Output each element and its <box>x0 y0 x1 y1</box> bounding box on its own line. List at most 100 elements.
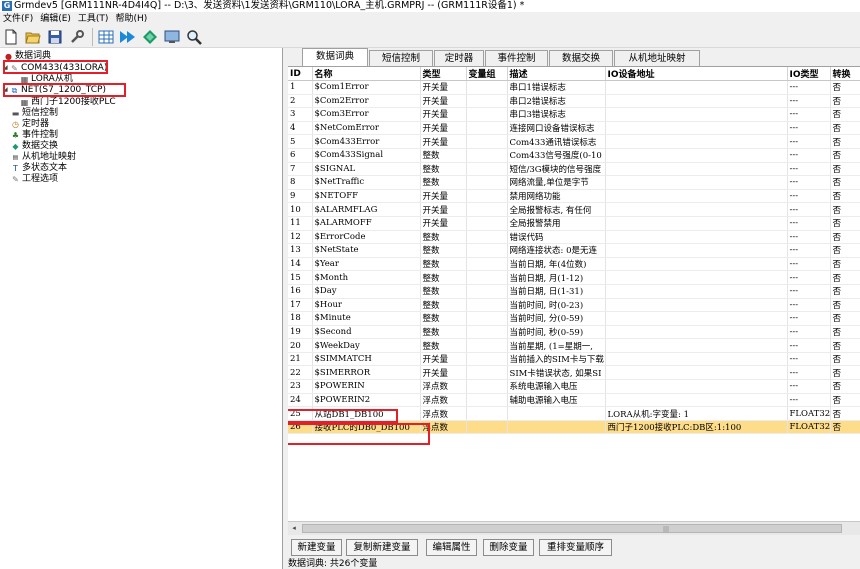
copy-new-variable-button[interactable]: 复制新建变量 <box>346 539 418 556</box>
horizontal-scrollbar[interactable]: ◂ ||| <box>288 521 860 535</box>
tab-event-control[interactable]: 事件控制 <box>485 50 548 66</box>
cell-id: 14 <box>288 257 313 272</box>
column-header[interactable]: 转换 <box>830 67 860 81</box>
scroll-left-icon[interactable]: ◂ <box>288 522 300 535</box>
cell-group <box>466 379 508 394</box>
title-bar: G Grmdev5 [GRM111NR-4D4I4Q] -- D:\3、发送资料… <box>0 0 860 12</box>
cell-id: 5 <box>288 134 313 149</box>
table-row[interactable]: 9 $NETOFF 开关量 禁用网络功能 --- 否 <box>288 189 860 204</box>
new-variable-button[interactable]: 新建变量 <box>291 539 342 556</box>
cell-io-type: --- <box>787 80 831 95</box>
table-row[interactable]: 18 $Minute 整数 当前时间, 分(0-59) --- 否 <box>288 311 860 326</box>
cell-io-address <box>605 175 788 190</box>
reorder-variables-button[interactable]: 重排变量顺序 <box>539 539 612 556</box>
tab-slave-address-map[interactable]: 从机地址映射 <box>614 50 700 66</box>
table-row[interactable]: 5 $Com433Error 开关量 Com433通讯错误标志 --- 否 <box>288 134 860 149</box>
table-row[interactable]: 10 $ALARMFLAG 开关量 全局报警标志, 有任何 --- 否 <box>288 202 860 217</box>
cell-convert: 否 <box>830 379 860 394</box>
table-row[interactable]: 8 $NetTraffic 整数 网络流量,单位是字节 --- 否 <box>288 175 860 190</box>
table-row[interactable]: 23 $POWERIN 浮点数 系统电源输入电压 --- 否 <box>288 379 860 394</box>
table-row[interactable]: 16 $Day 整数 当前日期, 日(1-31) --- 否 <box>288 284 860 299</box>
tree-item-project-options[interactable]: ✎ 工程选项 <box>11 173 58 185</box>
cell-group <box>466 230 508 245</box>
project-tree: ● 数据词典 ◢ ✎ COM433(433LORA) ▦ LORA从机 ◢ ⧉ … <box>0 48 283 569</box>
cell-name: $NetTraffic <box>312 175 421 190</box>
column-header[interactable]: 名称 <box>312 67 421 81</box>
table-icon[interactable] <box>97 28 115 46</box>
tab-timer[interactable]: 定时器 <box>434 50 484 66</box>
table-row[interactable]: 20 $WeekDay 整数 当前星期, (1=星期一, --- 否 <box>288 338 860 353</box>
connect-icon[interactable] <box>141 28 159 46</box>
cell-description <box>507 406 606 421</box>
column-header[interactable]: ID <box>288 67 313 81</box>
cell-io-address <box>605 107 788 122</box>
cell-id: 17 <box>288 298 313 313</box>
download-icon[interactable] <box>119 28 137 46</box>
variable-table: ID 名称 类型 变量组 描述 IO设备地址 IO类型 转换 1 $Com1Err… <box>288 66 860 521</box>
clock-icon: ◷ <box>12 119 19 129</box>
cell-id: 10 <box>288 202 313 217</box>
menu-help[interactable]: 帮助(H) <box>112 12 151 26</box>
column-header[interactable]: IO设备地址 <box>605 67 788 81</box>
table-row[interactable]: 4 $NetComError 开关量 连接网口设备错误标志 --- 否 <box>288 121 860 136</box>
cell-id: 13 <box>288 243 313 258</box>
cell-group <box>466 270 508 285</box>
cell-id: 2 <box>288 94 313 109</box>
cell-name: $POWERIN2 <box>312 393 421 408</box>
table-row[interactable]: 12 $ErrorCode 整数 错误代码 --- 否 <box>288 230 860 245</box>
monitor-icon[interactable] <box>163 28 181 46</box>
cell-description: 串口2错误标志 <box>507 94 606 109</box>
menu-tools[interactable]: 工具(T) <box>75 12 113 26</box>
menu-file[interactable]: 文件(F) <box>0 12 37 26</box>
edit-properties-button[interactable]: 编辑属性 <box>426 539 477 556</box>
column-header[interactable]: 类型 <box>420 67 467 81</box>
table-row[interactable]: 19 $Second 整数 当前时间, 秒(0-59) --- 否 <box>288 325 860 340</box>
table-row[interactable]: 13 $NetState 整数 网络连接状态: 0是无连 --- 否 <box>288 243 860 258</box>
cell-id: 11 <box>288 216 313 231</box>
new-file-icon[interactable] <box>2 28 20 46</box>
table-row[interactable]: 6 $Com433Signal 整数 Com433信号强度(0-10 --- 否 <box>288 148 860 163</box>
tab-data-exchange[interactable]: 数据交换 <box>549 50 613 66</box>
cell-io-type: --- <box>787 189 831 204</box>
table-row[interactable]: 1 $Com1Error 开关量 串口1错误标志 --- 否 <box>288 80 860 95</box>
table-row[interactable]: 14 $Year 整数 当前日期, 年(4位数) --- 否 <box>288 257 860 272</box>
table-row[interactable]: 15 $Month 整数 当前日期, 月(1-12) --- 否 <box>288 270 860 285</box>
cell-description: 辅助电源输入电压 <box>507 393 606 408</box>
column-header[interactable]: IO类型 <box>787 67 831 81</box>
table-row[interactable]: 22 $SIMERROR 开关量 SIM卡错误状态, 如果SI --- 否 <box>288 365 860 381</box>
cell-io-address <box>605 284 788 299</box>
table-row[interactable]: 21 $SIMMATCH 开关量 当前插入的SIM卡与下载 --- 否 <box>288 352 860 367</box>
cell-convert: 否 <box>830 257 860 272</box>
scroll-thumb[interactable]: ||| <box>302 524 842 533</box>
cell-convert: 否 <box>830 80 860 95</box>
cell-name: $Com2Error <box>312 94 421 109</box>
cell-description: 系统电源输入电压 <box>507 379 606 394</box>
table-row[interactable]: 2 $Com2Error 开关量 串口2错误标志 --- 否 <box>288 94 860 109</box>
tab-sms-control[interactable]: 短信控制 <box>369 50 433 66</box>
annotation-box-com433 <box>3 60 108 74</box>
cell-id: 15 <box>288 270 313 285</box>
column-header[interactable]: 变量组 <box>466 67 508 81</box>
menu-edit[interactable]: 编辑(E) <box>37 12 75 26</box>
save-icon[interactable] <box>46 28 64 46</box>
column-header[interactable]: 描述 <box>507 67 606 81</box>
cell-name: $Minute <box>312 311 421 326</box>
cell-type: 开关量 <box>420 107 467 122</box>
open-folder-icon[interactable] <box>24 28 42 46</box>
cell-convert: 否 <box>830 202 860 217</box>
tools-icon[interactable] <box>68 28 86 46</box>
cell-id: 22 <box>288 365 313 381</box>
table-row[interactable]: 24 $POWERIN2 浮点数 辅助电源输入电压 --- 否 <box>288 393 860 408</box>
cell-group <box>466 338 508 353</box>
table-row[interactable]: 11 $ALARMOFF 开关量 全局报警禁用 --- 否 <box>288 216 860 231</box>
table-row[interactable]: 17 $Hour 整数 当前时间, 时(0-23) --- 否 <box>288 298 860 313</box>
cell-name: $Day <box>312 284 421 299</box>
search-icon[interactable] <box>185 28 203 46</box>
table-row[interactable]: 7 $SIGNAL 整数 短信/3G模块的信号强度 --- 否 <box>288 162 860 177</box>
cell-group <box>466 325 508 340</box>
cell-io-type: FLOAT32 <box>787 420 831 435</box>
delete-variable-button[interactable]: 删除变量 <box>483 539 534 556</box>
tab-data-dictionary[interactable]: 数据词典 <box>302 48 368 67</box>
table-row[interactable]: 3 $Com3Error 开关量 串口3错误标志 --- 否 <box>288 107 860 122</box>
cell-id: 19 <box>288 325 313 340</box>
